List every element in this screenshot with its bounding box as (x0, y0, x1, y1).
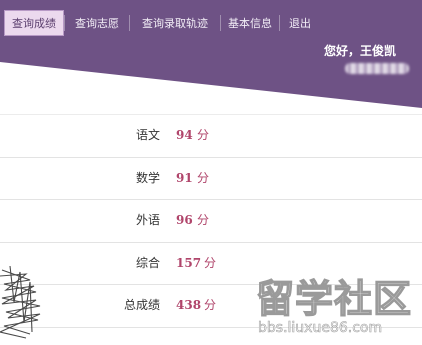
tab-query-preferences-label: 查询志愿 (75, 17, 119, 30)
tab-query-preferences[interactable]: 查询志愿 (65, 10, 129, 36)
watermark-url: bbs.liuxue86.com (258, 320, 383, 337)
score-unit: 分 (204, 255, 217, 270)
score-row: 语文 94 分 (0, 114, 422, 158)
score-unit: 分 (197, 170, 210, 185)
redacted-user-info (345, 63, 409, 74)
tab-logout[interactable]: 退出 (280, 10, 320, 36)
tab-query-scores[interactable]: 查询成绩 (4, 10, 64, 36)
tab-admission-track-label: 查询录取轨迹 (142, 17, 208, 30)
score-value: 157 (176, 255, 202, 270)
score-value: 96 (176, 213, 193, 227)
subject-label: 综合 (135, 255, 160, 270)
score-unit: 分 (197, 213, 210, 227)
tab-basic-info[interactable]: 基本信息 (221, 10, 279, 36)
subject-label: 总成绩 (123, 298, 160, 312)
score-unit: 分 (204, 298, 217, 312)
score-value: 91 (176, 170, 193, 185)
subject-label: 数学 (135, 170, 160, 185)
score-unit: 分 (197, 128, 210, 142)
scribble-mark (0, 265, 41, 339)
subject-label: 外语 (135, 213, 160, 227)
site-watermark: 留学社区 bbs.liuxue86.com (248, 268, 418, 342)
watermark-logo-text: 留学社区 (255, 276, 413, 321)
score-row: 数学 91 分 (0, 158, 422, 200)
tab-admission-track[interactable]: 查询录取轨迹 (130, 10, 220, 36)
score-value: 94 (176, 128, 193, 142)
score-value: 438 (176, 298, 202, 312)
top-nav: 查询成绩 查询志愿 查询录取轨迹 基本信息 退出 (4, 10, 320, 36)
user-greeting: 您好，王俊凯 (324, 44, 397, 58)
tab-basic-info-label: 基本信息 (228, 17, 272, 30)
score-row: 外语 96 分 (0, 200, 422, 243)
subject-label: 语文 (135, 128, 160, 142)
tab-query-scores-label: 查询成绩 (12, 17, 56, 30)
tab-logout-label: 退出 (289, 17, 311, 30)
